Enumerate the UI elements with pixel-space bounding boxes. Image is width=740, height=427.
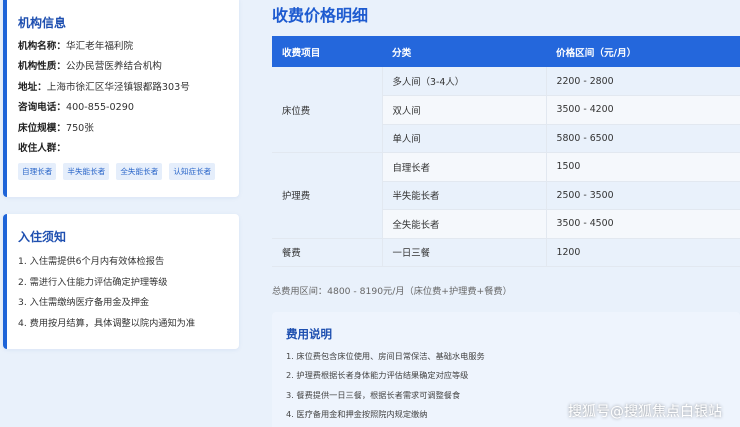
- explanation-item: 1. 床位费包含床位使用、房间日常保洁、基础水电服务: [286, 351, 485, 361]
- notice-item: 2. 需进行入住能力评估确定护理等级: [18, 276, 168, 288]
- price-table: 收费项目 分类 价格区间（元/月） 床位费 多人间（3-4人） 2200 - 2…: [272, 36, 740, 267]
- price-cell: 3500 - 4200: [546, 95, 740, 125]
- institution-info-card: 机构信息 机构名称：华汇老年福利院 机构性质：公办民营医养结合机构 地址：上海市…: [3, 0, 239, 197]
- notice-item: 3. 入住需缴纳医疗备用金及押金: [18, 297, 150, 309]
- header-category: 分类: [382, 36, 546, 67]
- explanation-item: 3. 餐费提供一日三餐，根据长者需求可调整餐食: [286, 389, 461, 400]
- category-cell: 餐费: [272, 238, 383, 267]
- table-row: 餐费 一日三餐 1200: [272, 238, 740, 267]
- info-key: 床位规模：: [18, 122, 66, 134]
- info-row-name: 机构名称：华汇老年福利院: [18, 41, 239, 53]
- target-tags: 自理长者 半失能长者 全失能长者 认知症长者: [18, 163, 239, 181]
- header-item: 收费项目: [272, 36, 382, 67]
- institution-info-title: 机构信息: [18, 16, 67, 30]
- info-key: 地址：: [18, 81, 47, 93]
- info-value: 400-855-0290: [65, 102, 134, 114]
- watermark: 搜狐号@搜狐焦点白银站: [568, 404, 722, 420]
- category-cell: 护理费: [272, 152, 383, 239]
- category-cell: 床位费: [272, 67, 383, 153]
- info-row-beds: 床位规模：750张: [18, 123, 239, 135]
- price-cell: 5800 - 6500: [546, 124, 740, 153]
- tag-self-care: 自理长者: [18, 163, 57, 181]
- info-row-phone: 咨询电话：400-855-0290: [18, 102, 239, 114]
- price-cell: 1200: [546, 238, 740, 267]
- admission-notice-card: 入住须知 1. 入住需提供6个月内有效体检报告 2. 需进行入住能力评估确定护理…: [3, 214, 239, 349]
- tag-fully-disabled: 全失能长者: [116, 163, 163, 181]
- table-header-row: 收费项目 分类 价格区间（元/月）: [272, 36, 740, 67]
- info-key: 机构性质：: [18, 61, 66, 73]
- info-value: 华汇老年福利院: [65, 41, 134, 52]
- notice-item: 1. 入住需提供6个月内有效体检报告: [18, 256, 165, 267]
- info-row-target: 收住人群：: [18, 143, 239, 155]
- table-row: 床位费 多人间（3-4人） 2200 - 2800: [272, 67, 740, 153]
- sub-cell: 多人间（3-4人）: [382, 67, 547, 96]
- info-key: 咨询电话：: [18, 102, 66, 114]
- info-row-nature: 机构性质：公办民营医养结合机构: [18, 61, 239, 73]
- sub-cell: 双人间: [382, 95, 547, 125]
- price-cell: 3500 - 4500: [546, 209, 740, 239]
- price-cell: 2500 - 3500: [546, 181, 740, 210]
- tag-semi-disabled: 半失能长者: [63, 163, 110, 181]
- sub-cell: 全失能长者: [382, 209, 547, 239]
- fee-explanation-title: 费用说明: [286, 327, 332, 341]
- info-value: 公办民营医养结合机构: [65, 61, 162, 73]
- info-value: 750张: [65, 122, 94, 134]
- tag-dementia: 认知症长者: [169, 163, 216, 181]
- sub-cell: 半失能长者: [382, 181, 547, 210]
- info-value: 上海市徐汇区华泾镇银都路303号: [46, 81, 190, 93]
- sub-cell: 自理长者: [382, 152, 547, 182]
- total-range-text: 总费用区间：4800 - 8190元/月（床位费+护理费+餐费）: [272, 286, 512, 297]
- info-key: 机构名称：: [18, 41, 66, 52]
- info-row-address: 地址：上海市徐汇区华泾镇银都路303号: [18, 82, 239, 94]
- notice-item: 4. 费用按月结算，具体调整以院内通知为准: [18, 317, 196, 329]
- sub-cell: 单人间: [382, 124, 547, 153]
- info-key: 收住人群：: [18, 142, 66, 154]
- admission-notice-title: 入住须知: [18, 230, 67, 244]
- explanation-item: 2. 护理费根据长者身体能力评估结果确定对应等级: [286, 370, 469, 381]
- table-row: 护理费 自理长者 1500: [272, 152, 740, 239]
- price-cell: 1500: [546, 152, 740, 182]
- sub-cell: 一日三餐: [382, 238, 547, 267]
- header-price: 价格区间（元/月）: [546, 36, 740, 67]
- page-title: 收费价格明细: [272, 6, 369, 25]
- price-cell: 2200 - 2800: [546, 67, 740, 96]
